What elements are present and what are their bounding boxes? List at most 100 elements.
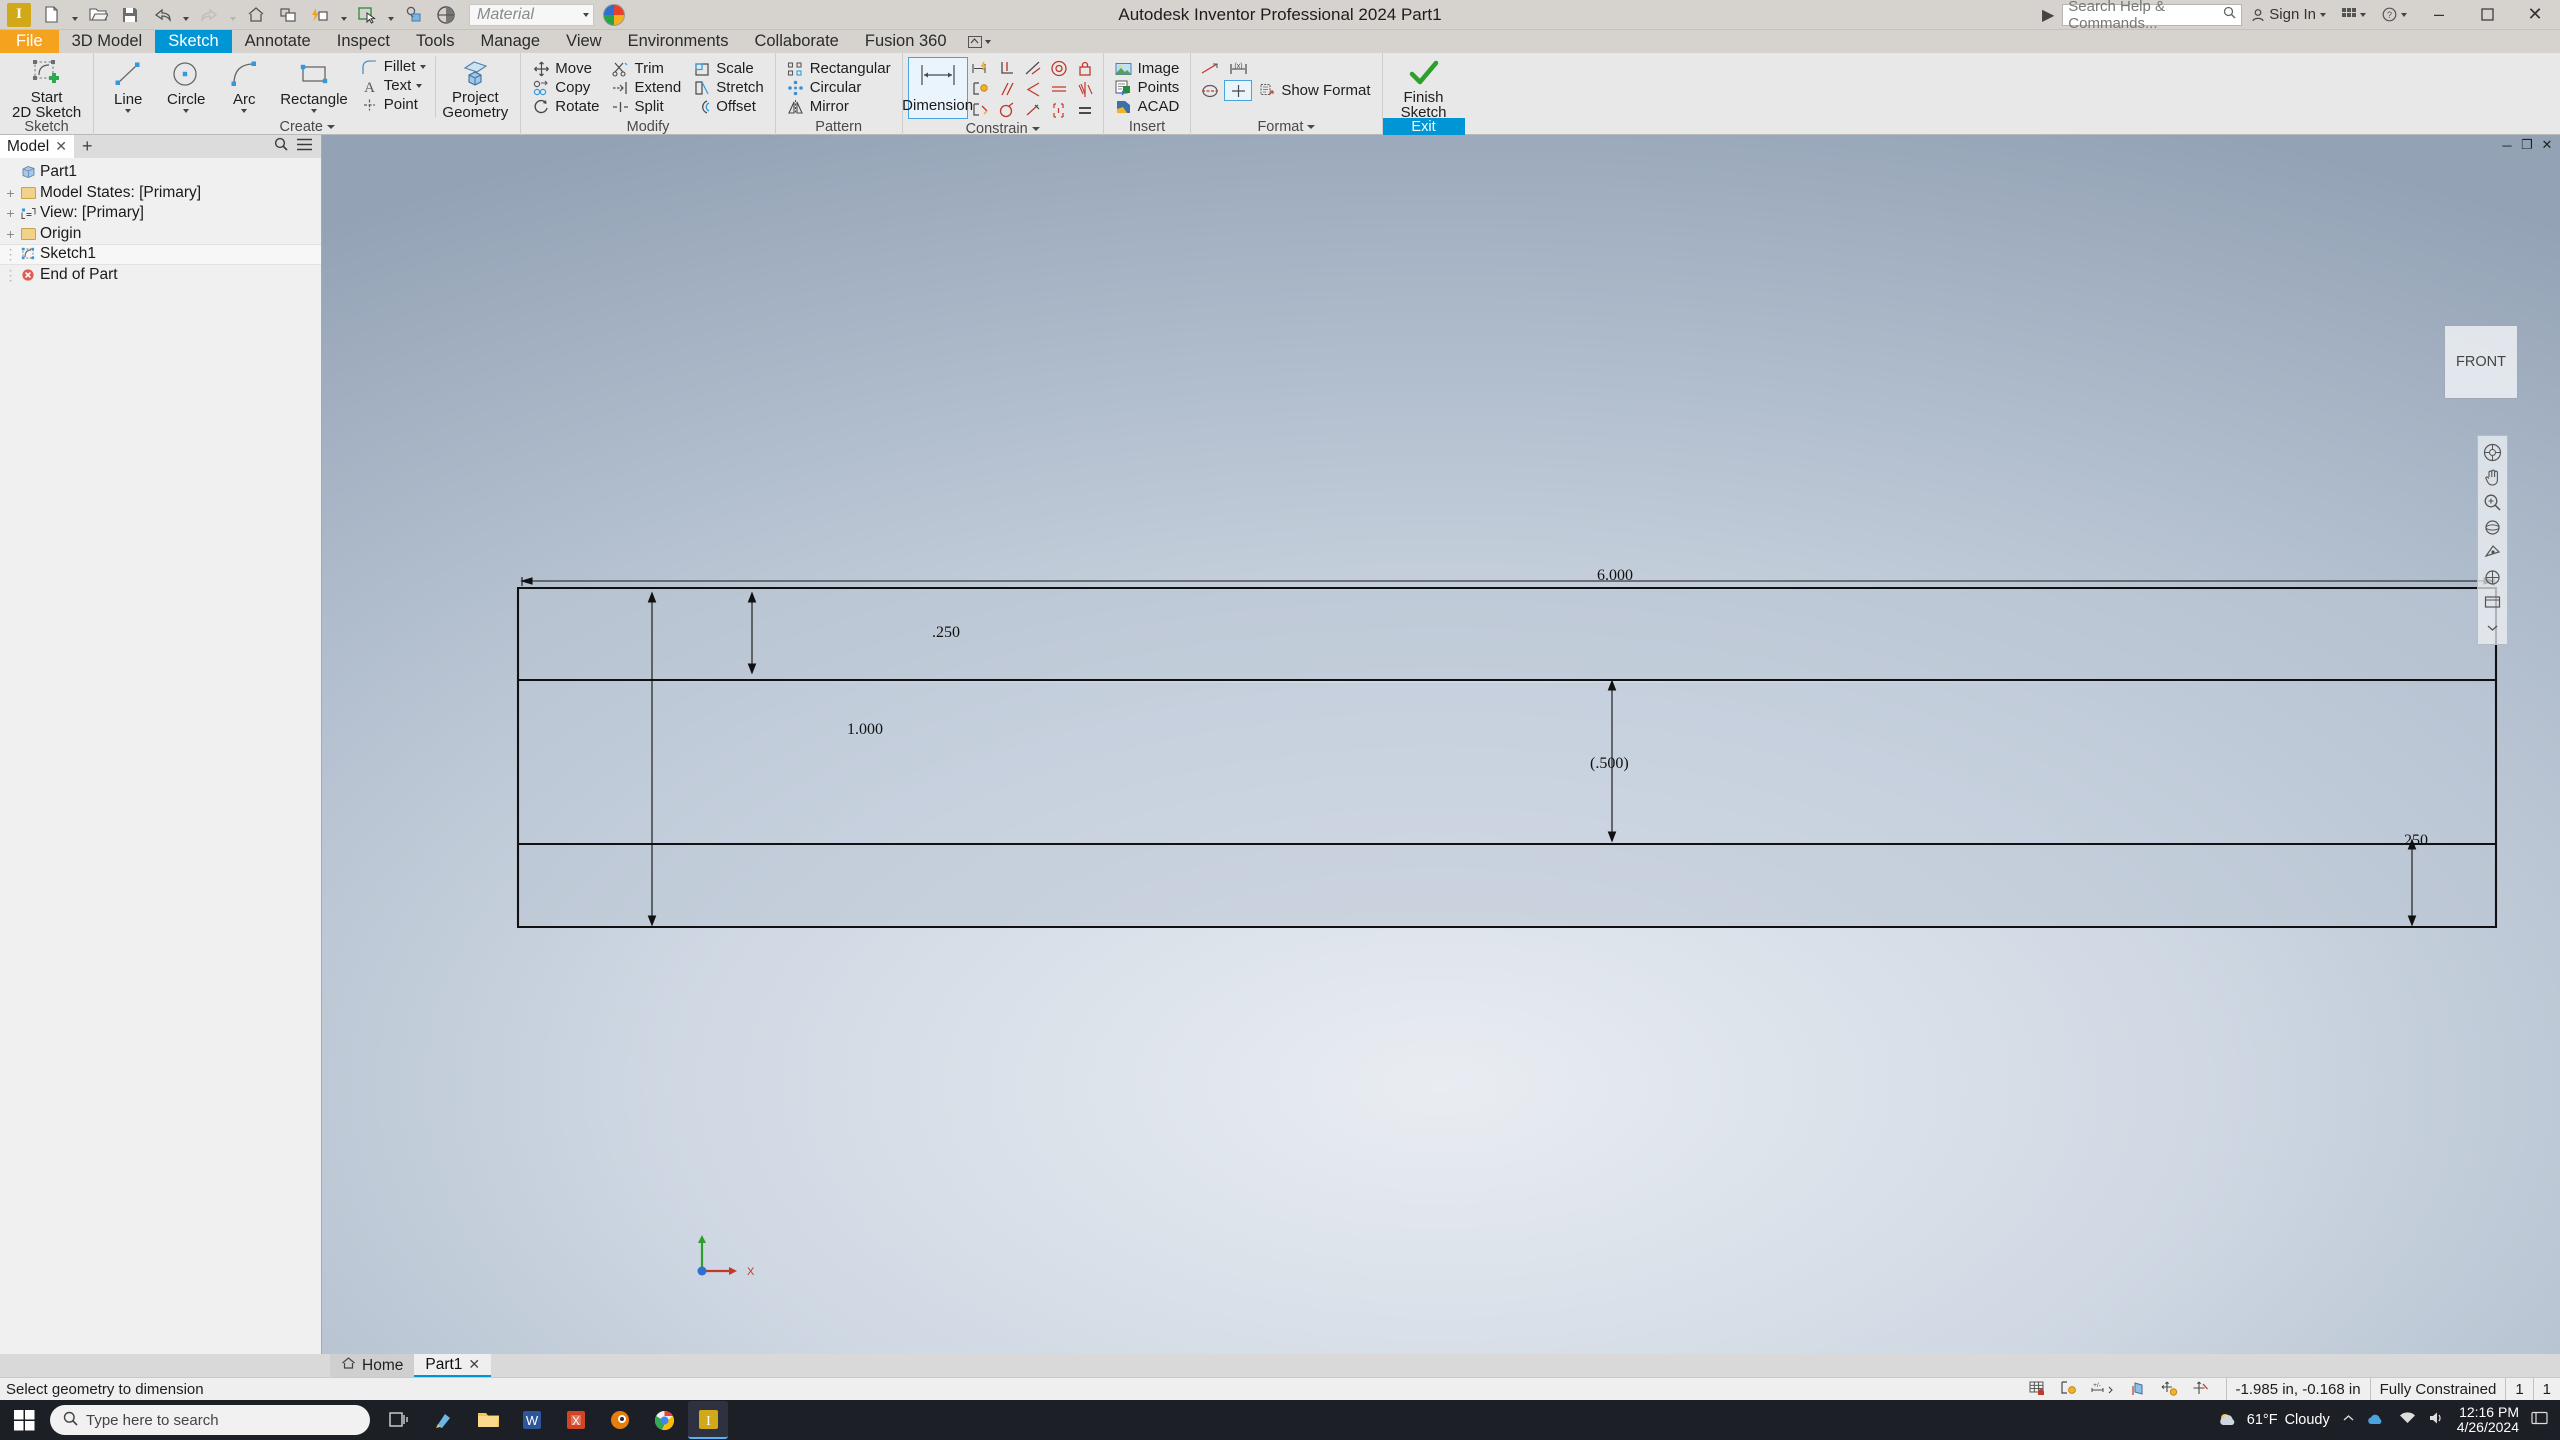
free-orbit-icon[interactable] xyxy=(2480,565,2505,590)
tree-node-origin[interactable]: + Origin xyxy=(0,224,321,245)
chevron-down-icon[interactable] xyxy=(420,64,427,69)
rectangular-pattern-button[interactable]: Rectangular xyxy=(781,59,897,78)
maximize-button[interactable] xyxy=(2464,0,2510,29)
new-file-dropdown-icon[interactable] xyxy=(68,2,81,28)
dimension-button[interactable]: Dimension xyxy=(902,57,973,119)
tray-expand-icon[interactable] xyxy=(2342,1412,2355,1428)
ribbon-tab-manage[interactable]: Manage xyxy=(467,30,553,53)
construction-format-icon[interactable] xyxy=(1196,58,1224,79)
document-tab-home[interactable]: Home xyxy=(330,1354,415,1377)
dimension-display-icon[interactable]: +/- xyxy=(2089,1379,2119,1399)
stretch-button[interactable]: Stretch xyxy=(687,78,770,97)
update-dropdown-icon[interactable] xyxy=(337,2,350,28)
auto-project-icon[interactable] xyxy=(2159,1379,2181,1399)
select-dropdown-icon[interactable] xyxy=(384,2,397,28)
show-format-button[interactable]: Show Format xyxy=(1252,81,1376,100)
left-height-dimension-text[interactable]: 1.000 xyxy=(847,721,883,739)
point-button[interactable]: Point xyxy=(355,95,433,114)
inventor-logo-icon[interactable]: I xyxy=(4,2,34,28)
tree-node-model-states[interactable]: + Model States: [Primary] xyxy=(0,183,321,204)
acad-button[interactable]: ACAD xyxy=(1109,97,1186,116)
rectangle-button[interactable]: Rectangle xyxy=(273,56,355,118)
title-left-arrow-icon[interactable]: ▶ xyxy=(2036,5,2060,25)
taskbar-search-input[interactable]: Type here to search xyxy=(50,1405,370,1435)
search-icon[interactable] xyxy=(274,137,288,156)
canvas-restore-button[interactable]: ❐ xyxy=(2518,137,2536,153)
ribbon-tab-3d-model[interactable]: 3D Model xyxy=(59,30,156,53)
driven-dimension-icon[interactable]: (x) xyxy=(1224,58,1252,79)
tree-node-view[interactable]: + View: [Primary] xyxy=(0,203,321,224)
ribbon-tab-sketch[interactable]: Sketch xyxy=(155,30,232,53)
auto-constraint-icon[interactable] xyxy=(968,79,994,100)
equal-constraint-icon[interactable] xyxy=(1072,100,1098,121)
full-navigation-wheel-icon[interactable] xyxy=(2480,440,2505,465)
browser-add-tab-button[interactable]: + xyxy=(74,135,101,158)
excel-icon[interactable]: X xyxy=(556,1401,596,1439)
canvas-minimize-button[interactable]: ─ xyxy=(2498,137,2516,153)
scale-button[interactable]: Scale xyxy=(687,59,770,78)
word-icon[interactable]: W xyxy=(512,1401,552,1439)
coincident-constraint-icon[interactable] xyxy=(994,100,1020,121)
minimize-button[interactable]: – xyxy=(2416,0,2462,29)
material-selector[interactable]: Material xyxy=(469,3,594,26)
close-icon[interactable]: ✕ xyxy=(468,1356,480,1373)
start-2d-sketch-button[interactable]: Start 2D Sketch xyxy=(5,56,88,120)
open-file-icon[interactable] xyxy=(83,2,113,28)
concentric-constraint-icon[interactable] xyxy=(1046,58,1072,79)
chevron-down-icon[interactable] xyxy=(310,109,317,113)
save-icon[interactable] xyxy=(115,2,145,28)
expander-icon[interactable]: + xyxy=(4,186,17,200)
volume-icon[interactable] xyxy=(2428,1411,2445,1429)
network-icon[interactable] xyxy=(2399,1411,2416,1429)
update-icon[interactable] xyxy=(305,2,335,28)
slice-graphics-icon[interactable] xyxy=(2128,1379,2150,1399)
weather-widget[interactable]: 61°F Cloudy xyxy=(2218,1411,2330,1429)
smooth-constraint-icon[interactable] xyxy=(1046,100,1072,121)
notification-center-icon[interactable] xyxy=(2531,1411,2548,1429)
appearance-icon[interactable] xyxy=(399,2,429,28)
parallel-constraint-icon[interactable] xyxy=(994,79,1020,100)
rotate-button[interactable]: Rotate xyxy=(526,97,605,116)
sign-in-button[interactable]: Sign In xyxy=(2244,2,2333,28)
fillet-button[interactable]: Fillet xyxy=(355,57,433,76)
browser-tab-model[interactable]: Model ✕ xyxy=(0,135,74,158)
copy-button[interactable]: Copy xyxy=(526,78,605,97)
text-button[interactable]: A Text xyxy=(355,76,433,95)
material-browser-icon[interactable] xyxy=(431,2,461,28)
trim-button[interactable]: Trim xyxy=(605,59,687,78)
auto-project-edges-icon[interactable] xyxy=(2190,1379,2212,1399)
extend-button[interactable]: Extend xyxy=(605,78,687,97)
file-explorer-icon[interactable] xyxy=(468,1401,508,1439)
expander-icon[interactable]: + xyxy=(4,227,17,241)
chevron-down-icon[interactable] xyxy=(1307,124,1316,129)
inventor-taskbar-icon[interactable]: I xyxy=(688,1401,728,1439)
close-icon[interactable]: ✕ xyxy=(55,138,67,155)
ribbon-tab-file[interactable]: File xyxy=(0,30,59,53)
new-file-icon[interactable] xyxy=(36,2,66,28)
taskbar-clock[interactable]: 12:16 PM 4/26/2024 xyxy=(2457,1405,2519,1435)
bottom-band-height-dimension-text[interactable]: .250 xyxy=(2400,832,2428,850)
project-geometry-button[interactable]: Project Geometry xyxy=(435,56,515,120)
appearance-color-orb[interactable] xyxy=(603,3,625,26)
line-button[interactable]: Line xyxy=(99,56,157,118)
onedrive-icon[interactable] xyxy=(2367,1411,2387,1430)
auto-dimension-icon[interactable] xyxy=(968,58,994,79)
undo-icon[interactable] xyxy=(147,2,177,28)
blender-icon[interactable] xyxy=(600,1401,640,1439)
chevron-down-icon[interactable] xyxy=(327,124,335,129)
tree-node-end-of-part[interactable]: ⋮ End of Part xyxy=(0,265,321,286)
redo-dropdown-icon[interactable] xyxy=(226,2,239,28)
orbit-icon[interactable] xyxy=(2480,515,2505,540)
tree-node-part1[interactable]: Part1 xyxy=(0,162,321,183)
view-cube[interactable]: FRONT xyxy=(2444,325,2518,399)
tangent-constraint-icon[interactable] xyxy=(1020,58,1046,79)
symmetric-constraint-icon[interactable] xyxy=(1072,79,1098,100)
undo-dropdown-icon[interactable] xyxy=(179,2,192,28)
home-icon[interactable] xyxy=(241,2,271,28)
zoom-icon[interactable] xyxy=(2480,490,2505,515)
move-button[interactable]: Move xyxy=(526,59,605,78)
center-point-format-icon[interactable] xyxy=(1224,80,1253,101)
tree-node-sketch1[interactable]: ⋮ Sketch1 xyxy=(0,244,321,265)
ribbon-tab-environments[interactable]: Environments xyxy=(615,30,742,53)
points-button[interactable]: Points xyxy=(1109,78,1186,97)
